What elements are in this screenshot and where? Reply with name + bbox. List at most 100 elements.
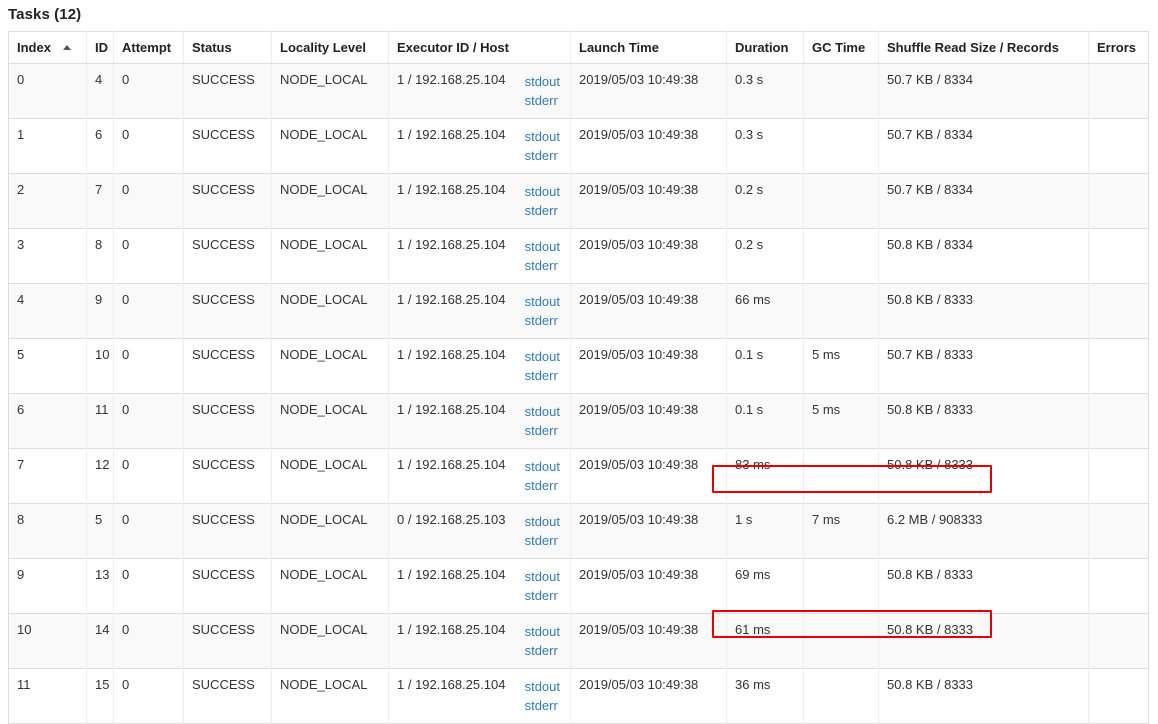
- cell-shuffle-read: 6.2 MB / 908333: [878, 503, 1089, 559]
- cell-shuffle-read: 50.8 KB / 8333: [878, 448, 1089, 504]
- cell-errors: [1088, 503, 1149, 559]
- column-header-locality-level[interactable]: Locality Level: [271, 31, 389, 64]
- cell-id: 4: [86, 63, 114, 119]
- cell-attempt: 0: [113, 173, 184, 229]
- cell-id: 11: [86, 393, 114, 449]
- stdout-link[interactable]: stdout: [525, 677, 560, 696]
- stdout-link[interactable]: stdout: [525, 567, 560, 586]
- stdout-link[interactable]: stdout: [525, 457, 560, 476]
- stdout-link[interactable]: stdout: [525, 347, 560, 366]
- column-header-status[interactable]: Status: [183, 31, 272, 64]
- stderr-link[interactable]: stderr: [525, 201, 558, 220]
- column-header-errors[interactable]: Errors: [1088, 31, 1149, 64]
- table-row: 3 8 0 SUCCESS NODE_LOCAL 1 / 192.168.25.104 st…: [8, 228, 1149, 284]
- cell-id: 14: [86, 613, 114, 669]
- cell-launch-time: 2019/05/03 10:49:38: [570, 558, 727, 614]
- table-row: 7 12 0 SUCCESS NODE_LOCAL 1 / 192.168.25.104 s…: [8, 448, 1149, 504]
- stderr-link[interactable]: stderr: [525, 641, 558, 660]
- table-row: 4 9 0 SUCCESS NODE_LOCAL 1 / 192.168.25.104 st…: [8, 283, 1149, 339]
- stdout-link[interactable]: stdout: [525, 512, 560, 531]
- cell-errors: [1088, 613, 1149, 669]
- cell-shuffle-read: 50.8 KB / 8333: [878, 613, 1089, 669]
- cell-attempt: 0: [113, 393, 184, 449]
- cell-status: SUCCESS: [183, 63, 272, 119]
- cell-errors: [1088, 173, 1149, 229]
- cell-launch-time: 2019/05/03 10:49:38: [570, 613, 727, 669]
- cell-launch-time: 2019/05/03 10:49:38: [570, 503, 727, 559]
- stdout-link[interactable]: stdout: [525, 182, 560, 201]
- table-row: 11 15 0 SUCCESS NODE_LOCAL 1 / 192.168.25.104…: [8, 668, 1149, 724]
- executor-host-label: 1 / 192.168.25.104: [397, 127, 506, 142]
- cell-errors: [1088, 393, 1149, 449]
- cell-errors: [1088, 228, 1149, 284]
- column-header-duration[interactable]: Duration: [726, 31, 804, 64]
- cell-duration: 0.3 s: [726, 118, 804, 174]
- cell-duration: 36 ms: [726, 668, 804, 724]
- stderr-link[interactable]: stderr: [525, 91, 558, 110]
- cell-attempt: 0: [113, 558, 184, 614]
- stderr-link[interactable]: stderr: [525, 696, 558, 715]
- tasks-page: Tasks (12) Index ID Attempt Status Local…: [0, 5, 1158, 724]
- executor-host-label: 1 / 192.168.25.104: [397, 237, 506, 252]
- cell-id: 6: [86, 118, 114, 174]
- cell-errors: [1088, 668, 1149, 724]
- column-header-launch-time[interactable]: Launch Time: [570, 31, 727, 64]
- column-header-attempt[interactable]: Attempt: [113, 31, 184, 64]
- cell-attempt: 0: [113, 338, 184, 394]
- cell-locality: NODE_LOCAL: [271, 613, 389, 669]
- stderr-link[interactable]: stderr: [525, 146, 558, 165]
- cell-locality: NODE_LOCAL: [271, 228, 389, 284]
- cell-id: 8: [86, 228, 114, 284]
- cell-index: 3: [8, 228, 87, 284]
- stderr-link[interactable]: stderr: [525, 421, 558, 440]
- stdout-link[interactable]: stdout: [525, 127, 560, 146]
- column-header-index[interactable]: Index: [8, 31, 87, 64]
- cell-gc-time: [803, 283, 879, 339]
- cell-index: 7: [8, 448, 87, 504]
- cell-executor-id-host: 1 / 192.168.25.104 stdout stderr: [388, 283, 571, 339]
- column-header-shuffle-read-size-records[interactable]: Shuffle Read Size / Records: [878, 31, 1089, 64]
- stderr-link[interactable]: stderr: [525, 366, 558, 385]
- cell-executor-id-host: 1 / 192.168.25.104 stdout stderr: [388, 63, 571, 119]
- cell-duration: 61 ms: [726, 613, 804, 669]
- cell-errors: [1088, 338, 1149, 394]
- cell-attempt: 0: [113, 668, 184, 724]
- column-header-gc-time[interactable]: GC Time: [803, 31, 879, 64]
- stderr-link[interactable]: stderr: [525, 586, 558, 605]
- cell-executor-id-host: 1 / 192.168.25.104 stdout stderr: [388, 448, 571, 504]
- cell-executor-id-host: 1 / 192.168.25.104 stdout stderr: [388, 228, 571, 284]
- cell-attempt: 0: [113, 613, 184, 669]
- cell-shuffle-read: 50.7 KB / 8334: [878, 118, 1089, 174]
- cell-shuffle-read: 50.8 KB / 8333: [878, 668, 1089, 724]
- executor-host-label: 1 / 192.168.25.104: [397, 677, 506, 692]
- cell-duration: 0.2 s: [726, 173, 804, 229]
- cell-locality: NODE_LOCAL: [271, 283, 389, 339]
- table-row: 6 11 0 SUCCESS NODE_LOCAL 1 / 192.168.25.104 s…: [8, 393, 1149, 449]
- stdout-link[interactable]: stdout: [525, 622, 560, 641]
- stdout-link[interactable]: stdout: [525, 292, 560, 311]
- cell-gc-time: 5 ms: [803, 393, 879, 449]
- cell-status: SUCCESS: [183, 558, 272, 614]
- sort-ascending-icon[interactable]: [62, 45, 71, 51]
- cell-duration: 66 ms: [726, 283, 804, 339]
- cell-gc-time: [803, 63, 879, 119]
- column-header-id[interactable]: ID: [86, 31, 114, 64]
- stdout-link[interactable]: stdout: [525, 72, 560, 91]
- cell-locality: NODE_LOCAL: [271, 63, 389, 119]
- cell-errors: [1088, 283, 1149, 339]
- cell-index: 2: [8, 173, 87, 229]
- stderr-link[interactable]: stderr: [525, 476, 558, 495]
- cell-id: 10: [86, 338, 114, 394]
- cell-launch-time: 2019/05/03 10:49:38: [570, 448, 727, 504]
- stderr-link[interactable]: stderr: [525, 531, 558, 550]
- stdout-link[interactable]: stdout: [525, 402, 560, 421]
- cell-attempt: 0: [113, 283, 184, 339]
- cell-attempt: 0: [113, 63, 184, 119]
- stderr-link[interactable]: stderr: [525, 311, 558, 330]
- cell-status: SUCCESS: [183, 173, 272, 229]
- cell-status: SUCCESS: [183, 338, 272, 394]
- stdout-link[interactable]: stdout: [525, 237, 560, 256]
- column-header-executor-id-host[interactable]: Executor ID / Host: [388, 31, 571, 64]
- cell-gc-time: [803, 558, 879, 614]
- stderr-link[interactable]: stderr: [525, 256, 558, 275]
